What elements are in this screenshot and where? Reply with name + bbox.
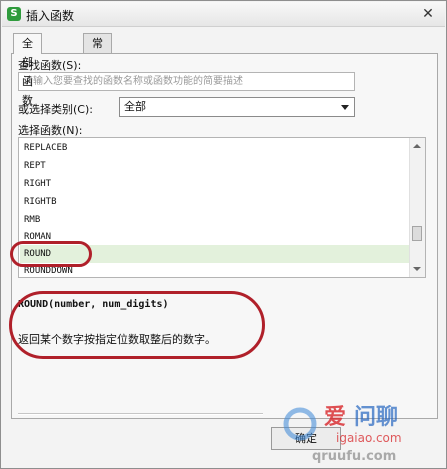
watermark-text-3: igaiao.com <box>336 431 402 445</box>
dialog-title: 插入函数 <box>26 9 75 23</box>
category-select[interactable]: 全部 <box>119 97 355 117</box>
function-list-label: 选择函数(N): <box>18 124 83 137</box>
list-item[interactable]: RMB <box>20 211 410 229</box>
list-item[interactable]: RIGHT <box>20 175 410 193</box>
title-bar: S 插入函数 ✕ <box>2 2 445 27</box>
chevron-down-icon <box>341 105 349 110</box>
ok-button[interactable]: 确定 <box>271 427 341 450</box>
list-item-selected[interactable]: ROUND <box>20 245 410 263</box>
list-scrollbar[interactable] <box>409 138 425 277</box>
list-item[interactable]: ROMAN <box>20 228 410 246</box>
scroll-up-arrow-icon[interactable] <box>413 144 421 148</box>
list-item[interactable]: REPLACEB <box>20 139 410 157</box>
divider <box>18 413 263 415</box>
app-logo-icon: S <box>7 7 21 21</box>
list-item[interactable]: REPT <box>20 157 410 175</box>
scroll-down-arrow-icon[interactable] <box>413 267 421 271</box>
function-signature: ROUND(number, num_digits) <box>18 299 169 310</box>
watermark-text-4: qruufu.com <box>312 449 396 464</box>
list-item[interactable]: RIGHTB <box>20 193 410 211</box>
scroll-thumb[interactable] <box>412 226 422 241</box>
function-description: 返回某个数字按指定位数取整后的数字。 <box>18 333 216 346</box>
category-value: 全部 <box>124 100 146 113</box>
tab-common-formulas[interactable]: 常用公式 <box>83 33 112 107</box>
list-item[interactable]: ROUNDDOWN <box>20 262 410 277</box>
tab-all-functions[interactable]: 全部函数 <box>13 33 42 107</box>
close-icon[interactable]: ✕ <box>420 6 436 22</box>
function-listbox[interactable]: REPLACEB REPT RIGHT RIGHTB RMB ROMAN ROU… <box>18 137 426 278</box>
search-input[interactable]: 请输入您要查找的函数名称或函数功能的简要描述 <box>18 72 355 91</box>
insert-function-dialog: S 插入函数 ✕ 全部函数 常用公式 查找函数(S): 请输入您要查找的函数名称… <box>0 0 447 469</box>
